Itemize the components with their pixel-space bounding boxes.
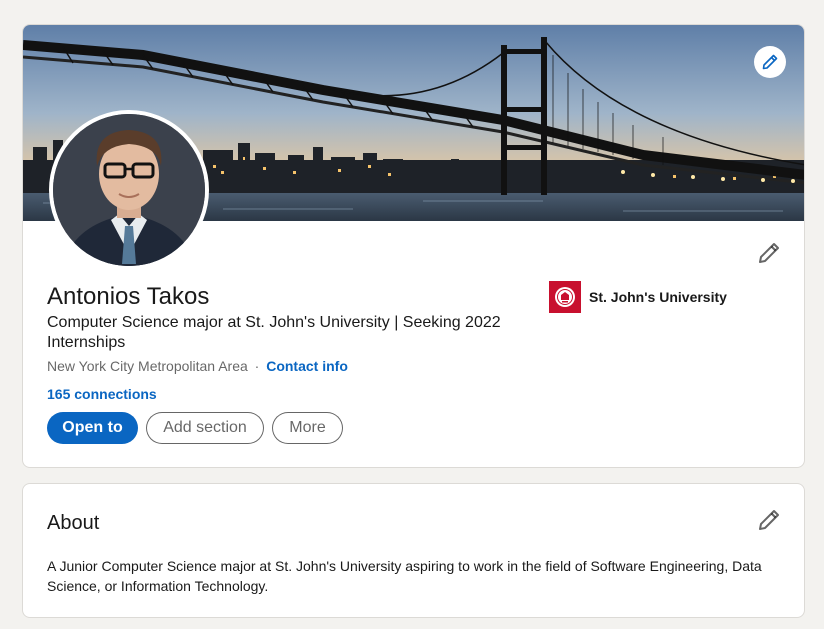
school-name: St. John's University [589, 289, 727, 305]
profile-actions: Open to Add section More [47, 412, 343, 444]
edit-banner-button[interactable] [754, 46, 786, 78]
profile-name: Antonios Takos [47, 283, 210, 310]
open-to-button[interactable]: Open to [47, 412, 138, 444]
edit-about-button[interactable] [757, 508, 781, 532]
pencil-icon [759, 510, 779, 530]
contact-info-link[interactable]: Contact info [266, 358, 348, 374]
school-seal-icon [555, 287, 575, 307]
profile-top-card: Antonios Takos Computer Science major at… [22, 24, 805, 468]
connections-link[interactable]: 165 connections [47, 385, 157, 403]
avatar-image [53, 114, 205, 266]
school-logo [549, 281, 581, 313]
add-section-button[interactable]: Add section [146, 412, 264, 444]
separator-dot: · [254, 358, 260, 374]
pencil-icon [759, 243, 779, 263]
about-section: About A Junior Computer Science major at… [22, 483, 805, 618]
profile-headline: Computer Science major at St. John's Uni… [47, 314, 501, 351]
pencil-icon [762, 54, 778, 70]
profile-photo[interactable] [49, 110, 209, 270]
more-button[interactable]: More [272, 412, 343, 444]
about-title: About [47, 512, 100, 534]
about-text: A Junior Computer Science major at St. J… [47, 558, 762, 594]
profile-location: New York City Metropolitan Area [47, 358, 248, 374]
location-row: New York City Metropolitan Area · Contac… [47, 357, 348, 375]
edit-intro-button[interactable] [757, 241, 781, 265]
education-link[interactable]: St. John's University [549, 281, 727, 313]
